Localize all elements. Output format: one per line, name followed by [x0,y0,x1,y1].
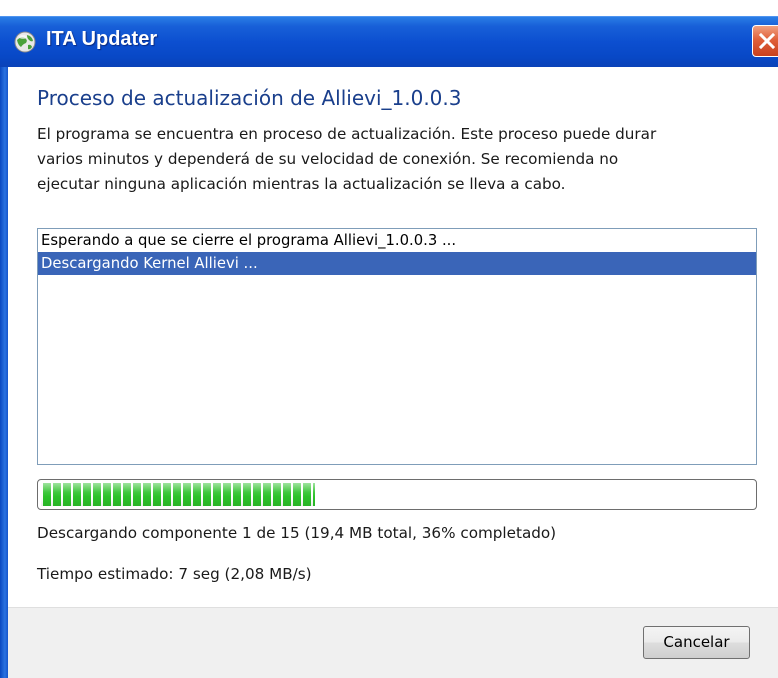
description-line: El programa se encuentra en proceso de a… [37,125,657,143]
description-text: El programa se encuentra en proceso de a… [37,122,757,197]
close-icon [759,33,775,49]
window-title: ITA Updater [46,28,158,50]
progress-bar [37,479,757,510]
cancel-button[interactable]: Cancelar [643,626,750,659]
page-heading: Proceso de actualización de Allievi_1.0.… [37,86,462,110]
description-line: varios minutos y dependerá de su velocid… [37,150,619,168]
app-globe-icon [12,29,38,55]
status-text: Descargando componente 1 de 15 (19,4 MB … [37,524,557,542]
list-item-selected[interactable]: Descargando Kernel Allievi ... [38,252,756,275]
close-button[interactable] [752,25,778,57]
window-left-border [0,67,8,678]
estimated-time-text: Tiempo estimado: 7 seg (2,08 MB/s) [37,565,312,583]
title-bar[interactable]: ITA Updater [0,16,778,67]
log-listbox[interactable]: Esperando a que se cierre el programa Al… [37,228,757,465]
progress-fill [41,483,315,506]
updater-window: ITA Updater Proceso de actualización de … [0,0,778,678]
button-footer: Cancelar [8,607,778,678]
description-line: ejecutar ninguna aplicación mientras la … [37,175,566,193]
list-item[interactable]: Esperando a que se cierre el programa Al… [38,229,756,252]
